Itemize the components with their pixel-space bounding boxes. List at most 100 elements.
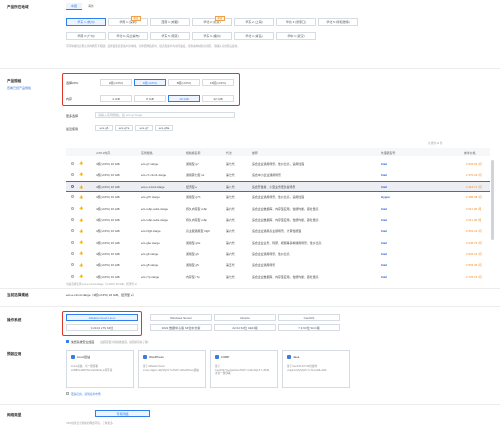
cpu-option-label: 16核(vCPU) — [209, 80, 227, 85]
row-family: 经济型 e — [186, 185, 198, 190]
cpu-option[interactable]: 8核(vCPU) — [168, 79, 200, 86]
recent-item[interactable]: ecs.g6 — [95, 125, 113, 131]
row-gen: 第七代 — [226, 195, 235, 200]
city-option[interactable]: 华南 3 (广州) — [66, 32, 106, 40]
mem-option[interactable]: 32 GiB — [202, 95, 234, 102]
cpu-option-label: 2核(vCPU) — [108, 80, 124, 85]
app-image-card[interactable]: Java 基于CentOS 8.5 64位操作+Nginx+MySQL5.7+To… — [282, 350, 350, 388]
os-version-label: 2022 数据中心版 64位中文版 — [161, 325, 201, 330]
os-tab[interactable]: Ubuntu — [214, 314, 276, 321]
cpu-option[interactable]: 4核(vCPU) — [134, 79, 166, 86]
app-icon — [143, 355, 147, 359]
table-row[interactable]: 👍 4核(vCPU) 16 GiB ecs.g6e.xlarge 通用型 g6e 第六代… — [66, 237, 490, 248]
table-row[interactable]: 👍 4核(vCPU) 16 GiB ecs.e-c1m4.xlarge 经济型 e 第八… — [66, 180, 490, 192]
city-option[interactable]: 西南 1 (成都) — [150, 18, 190, 26]
row-proc: Intel — [381, 229, 387, 234]
network-vpc-option[interactable]: 专有网络 — [95, 410, 150, 417]
table-row[interactable]: 👍 4核(vCPU) 16 GiB ecs.g7.xlarge 通用型 g7 第七代 适合… — [66, 158, 490, 169]
table-row[interactable]: 👍 4核(vCPU) 16 GiB ecs.g6.xlarge 通用型 g6 第六代 适合… — [66, 248, 490, 259]
table-row[interactable]: 👍 4核(vCPU) 16 GiB ecs.c7-c1m4.xlarge 通用算力型 … — [66, 169, 490, 180]
table-row[interactable]: 👍 4核(vCPU) 16 GiB ecs.g7h.xlarge 通用型 g7h 第七代… — [66, 192, 490, 203]
city-option[interactable]: 华北 5 (呼和浩特) — [318, 18, 358, 26]
row-radio[interactable] — [71, 206, 74, 210]
os-checkbox[interactable] — [66, 340, 69, 343]
row-family: 通用算力型 u1 — [186, 172, 205, 177]
row-cpu: 4核(vCPU) 16 GiB — [96, 251, 120, 256]
city-option[interactable]: 华北 6 (乌兰察布) — [108, 32, 148, 40]
current-value: ecs.e-c1m4.xlarge（4核(vCPU) 16 GiB，经济型 e） — [66, 293, 136, 297]
row-proc: Intel — [381, 274, 387, 279]
os-tab[interactable]: CentOS — [278, 314, 340, 321]
app-image-card[interactable]: WordPress 基于Alibaba Cloud Linux+Nginx+MyS… — [138, 350, 206, 388]
recent-item[interactable]: ecs.g8a — [155, 125, 173, 131]
filter-input[interactable]: 请输入实例规格，如 ecs.g7.large — [95, 112, 235, 118]
table-row[interactable]: 👍 4核(vCPU) 16 GiB ecs.re6p-redis.xlarge 持久内… — [66, 215, 490, 226]
os-checkbox-hint: (加固需要对系统做加固，加固前请先了解) — [100, 340, 149, 344]
mem-option[interactable]: 4 GiB — [100, 95, 132, 102]
row-type: ecs.g6e.xlarge — [141, 240, 160, 245]
row-radio[interactable] — [71, 195, 74, 199]
table-row[interactable]: 👍 4核(vCPU) 16 GiB ecs.hfg6.xlarge 高主频通用型 hf… — [66, 226, 490, 237]
app-image-card[interactable]: LNMP 基于CentOS7.9+Apache+PHP7.4+MySQL5.7+P… — [210, 350, 278, 388]
table-header: vCPU/内存 实例规格 规格族名称 代次 推荐 处理器型号 参考价格 — [66, 148, 490, 156]
os-version-select[interactable]: 7.9 64位 SCC版 — [278, 324, 340, 331]
app-image-title: Linux建站 — [71, 355, 90, 359]
spec-history-link[interactable]: 查看已经产品规格 — [7, 86, 31, 90]
os-tab[interactable]: Windows Server — [150, 314, 212, 321]
tab-china[interactable]: 中国 — [66, 3, 82, 10]
row-radio[interactable] — [71, 251, 74, 255]
more-apps-checkbox[interactable] — [66, 392, 69, 395]
app-image-title: LNMP — [215, 355, 229, 359]
row-cpu: 4核(vCPU) 16 GiB — [96, 263, 120, 268]
mem-option-label: 32 GiB — [213, 96, 223, 101]
cpu-option[interactable]: 2核(vCPU) — [100, 79, 132, 86]
tab-overseas[interactable]: 海外 — [84, 3, 98, 9]
row-cpu: 4核(vCPU) 16 GiB — [96, 185, 120, 190]
row-radio[interactable] — [71, 229, 74, 233]
city-option[interactable]: 华北 3 (张家口) — [276, 18, 316, 26]
row-proc: Hygon — [381, 195, 390, 200]
hot-badge: 热卖 — [215, 16, 225, 22]
more-apps-link[interactable]: 更多应用，请到应用市场 — [71, 392, 101, 396]
city-option[interactable]: 华东 2 (上海) — [234, 18, 274, 26]
recent-item[interactable]: ecs.g7 — [135, 125, 153, 131]
city-label: 华东 5 (南京) — [161, 34, 179, 38]
city-option[interactable]: 华北 1 (青岛) — [234, 32, 274, 40]
cpu-option[interactable]: 16核(vCPU) — [202, 79, 234, 86]
row-radio[interactable] — [71, 161, 74, 165]
mem-option[interactable]: 8 GiB — [134, 95, 166, 102]
city-option[interactable]: 华东 6 (福州) — [192, 32, 232, 40]
mem-option[interactable]: 16 GiB — [168, 95, 200, 102]
row-proc: Intel — [381, 263, 387, 268]
os-version-select[interactable]: 2022 数据中心版 64位中文版 — [150, 324, 212, 331]
row-radio[interactable] — [71, 274, 74, 278]
table-row[interactable]: 👍 4核(vCPU) 16 GiB ecs.re6p-redis.xlarge 持久内… — [66, 203, 490, 214]
row-proc: Intel — [381, 206, 387, 211]
row-type: ecs.r7p.xlarge — [141, 274, 160, 279]
city-label: 西南 1 (成都) — [161, 20, 179, 24]
app-image-name: WordPress — [149, 355, 164, 359]
row-radio[interactable] — [71, 185, 74, 189]
th-type: 实例规格 — [141, 150, 153, 155]
app-image-card[interactable]: Linux建站 Linux系统、可一键部署LNMP/LAMP/Tomcat/Nod… — [66, 350, 134, 388]
city-option[interactable]: 华南 1 (深圳) 热卖 — [108, 16, 148, 26]
scrollbar[interactable] — [491, 160, 494, 240]
os-version-select[interactable]: 22.04 64位 UEFI版 — [214, 324, 276, 331]
row-radio[interactable] — [71, 172, 74, 176]
row-cpu: 4核(vCPU) 16 GiB — [96, 274, 120, 279]
app-icon — [215, 355, 219, 359]
row-radio[interactable] — [71, 263, 74, 267]
recent-item[interactable]: ecs.g7a — [115, 125, 133, 131]
city-option[interactable]: 华东 5 (南京) — [150, 32, 190, 40]
thumbs-up-icon: 👍 — [79, 262, 84, 267]
city-option[interactable]: 华中 1 (武汉) — [276, 32, 316, 40]
row-radio[interactable] — [71, 240, 74, 244]
table-row[interactable]: 👍 4核(vCPU) 16 GiB ecs.r7p.xlarge 内存型 r7p 第七代… — [66, 271, 490, 282]
city-option[interactable]: 华北 2 (北京) 热卖 — [192, 16, 232, 26]
row-radio[interactable] — [71, 218, 74, 221]
row-cpu: 4核(vCPU) 16 GiB — [96, 240, 120, 245]
city-option[interactable]: 华东 1 (杭州) — [66, 18, 106, 26]
table-row[interactable]: 👍 4核(vCPU) 16 GiB ecs.g5.xlarge 通用型 g5 第五代 适合… — [66, 260, 490, 271]
row-cpu: 4核(vCPU) 16 GiB — [96, 218, 120, 222]
row-price: ¥ 315.71 /月 — [466, 185, 482, 190]
